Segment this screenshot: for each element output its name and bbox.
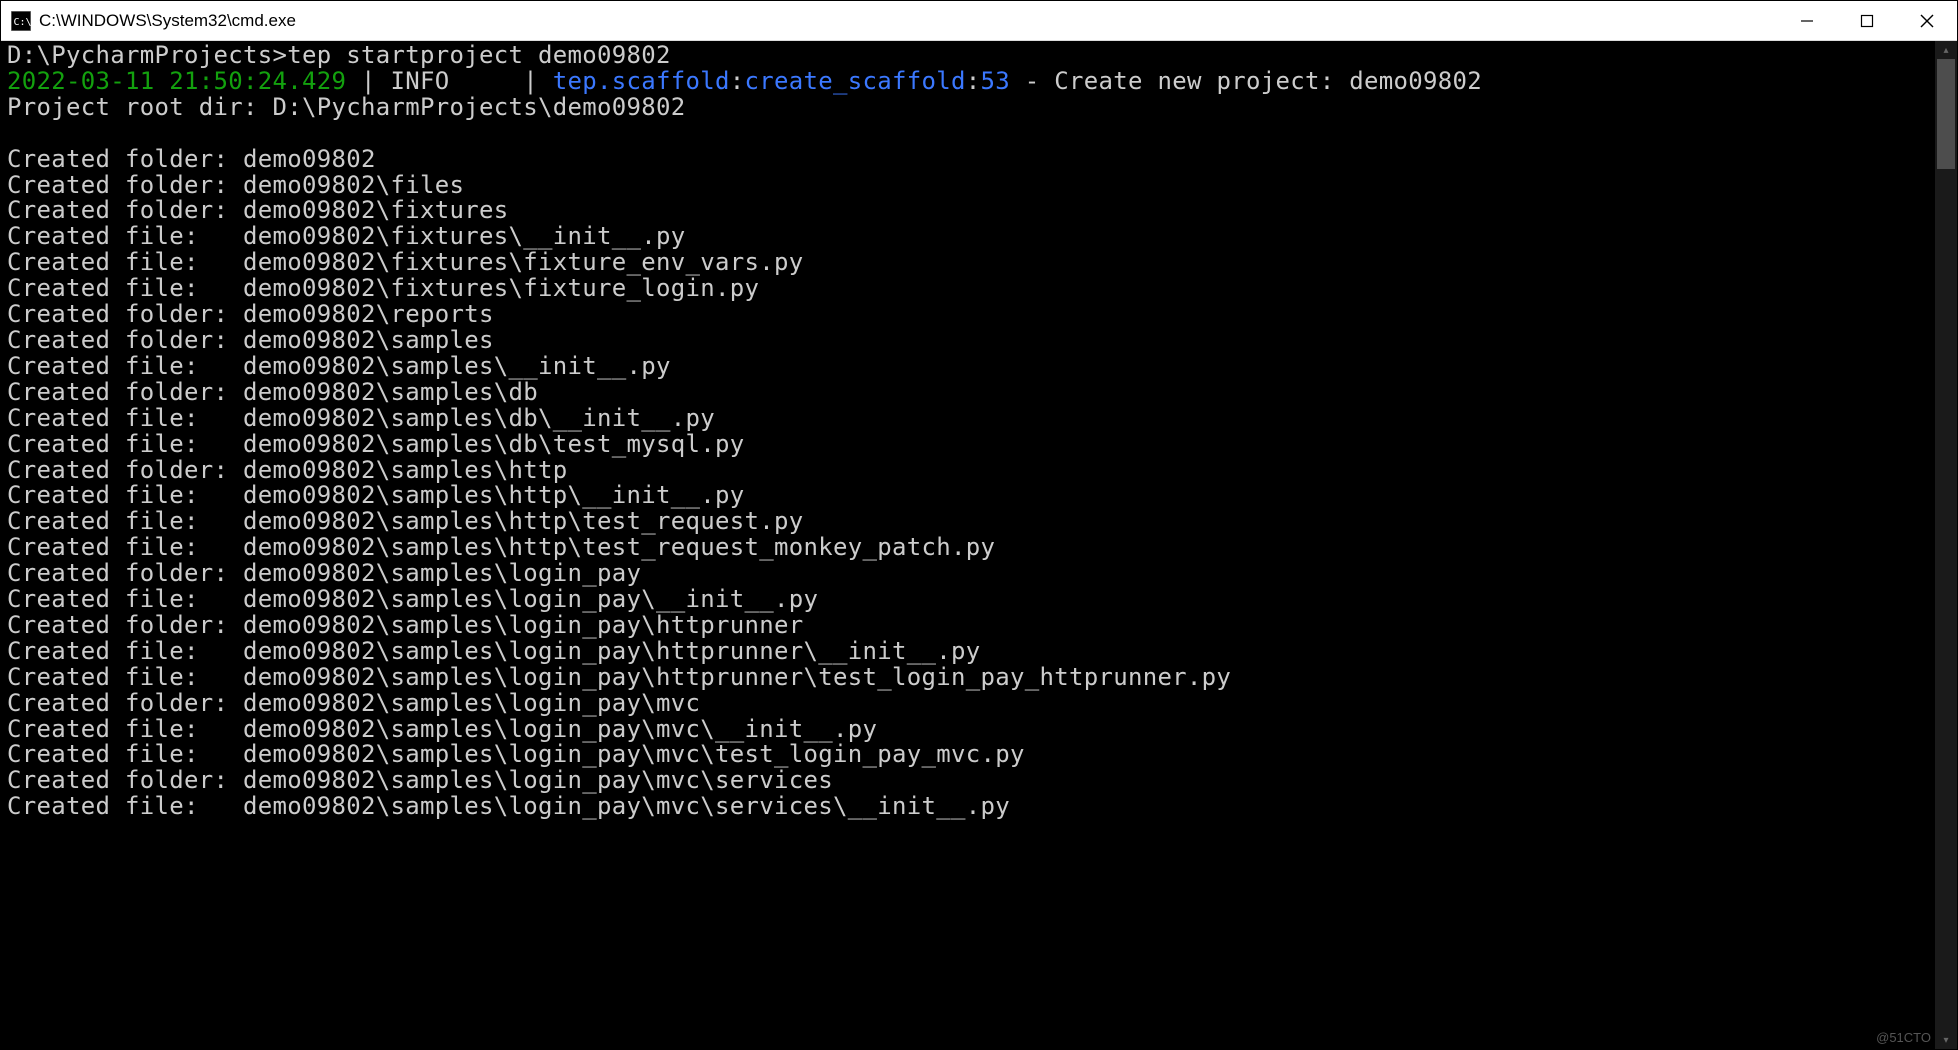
log-dash: - (1010, 67, 1054, 95)
cmd-icon: C:\ (11, 11, 31, 31)
scroll-up-icon[interactable]: ▴ (1935, 41, 1957, 59)
titlebar: C:\ C:\WINDOWS\System32\cmd.exe (1, 1, 1957, 41)
close-button[interactable] (1897, 1, 1957, 40)
log-timestamp: 2022-03-11 21:50:24.429 (7, 67, 346, 95)
log-colon2: : (966, 67, 981, 95)
maximize-button[interactable] (1837, 1, 1897, 40)
vertical-scrollbar[interactable]: ▴ ▾ (1935, 41, 1957, 1049)
root-line: Project root dir: D:\PycharmProjects\dem… (7, 93, 685, 121)
svg-text:C:\: C:\ (14, 16, 32, 27)
log-message: Create new project: demo09802 (1054, 67, 1482, 95)
log-module: tep.scaffold (553, 67, 730, 95)
terminal-output[interactable]: D:\PycharmProjects>tep startproject demo… (1, 41, 1935, 1049)
log-colon1: : (730, 67, 745, 95)
terminal-area: D:\PycharmProjects>tep startproject demo… (1, 41, 1957, 1049)
watermark: @51CTO (1876, 1030, 1931, 1045)
log-lineno: 53 (980, 67, 1010, 95)
window-title: C:\WINDOWS\System32\cmd.exe (39, 11, 296, 31)
prompt-cwd: D:\PycharmProjects> (7, 41, 287, 69)
log-level: INFO (390, 67, 508, 95)
created-lines: Created folder: demo09802 Created folder… (7, 145, 1231, 821)
log-func: create_scaffold (744, 67, 965, 95)
prompt-command: tep startproject demo09802 (287, 41, 670, 69)
window-controls (1777, 1, 1957, 40)
log-sep1: | (346, 67, 390, 95)
log-sep2: | (508, 67, 552, 95)
scroll-down-icon[interactable]: ▾ (1935, 1031, 1957, 1049)
minimize-button[interactable] (1777, 1, 1837, 40)
scrollbar-thumb[interactable] (1937, 59, 1955, 169)
